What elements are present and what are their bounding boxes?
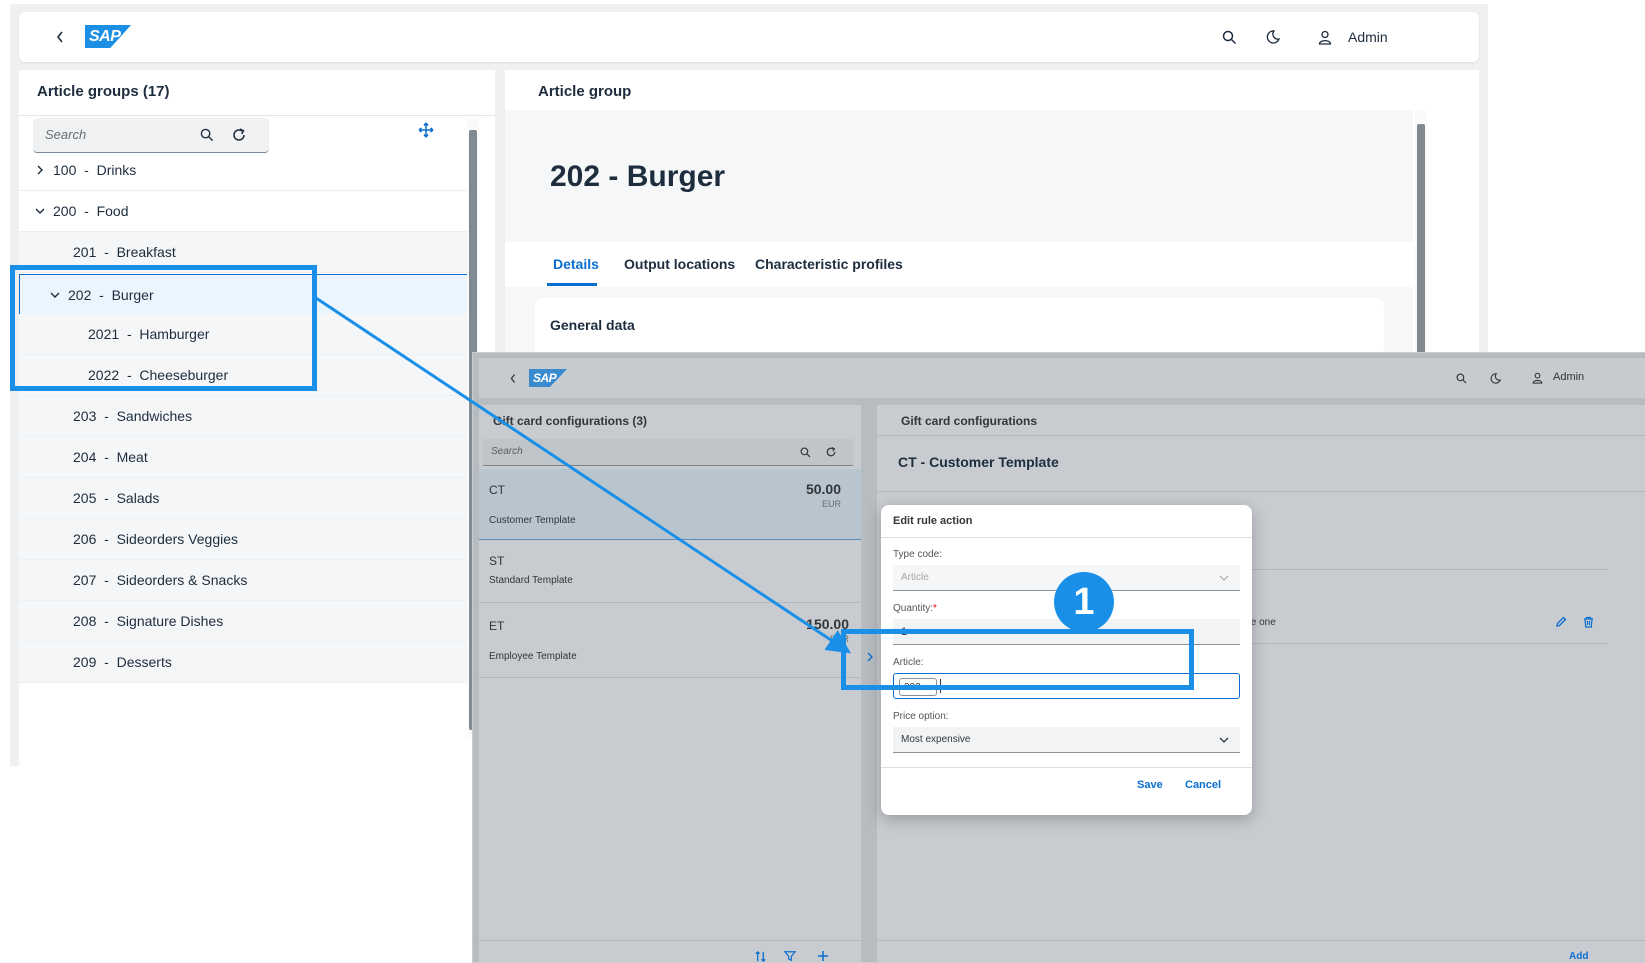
- step-number-badge: 1: [1054, 572, 1114, 632]
- connector-arrow: [315, 296, 851, 654]
